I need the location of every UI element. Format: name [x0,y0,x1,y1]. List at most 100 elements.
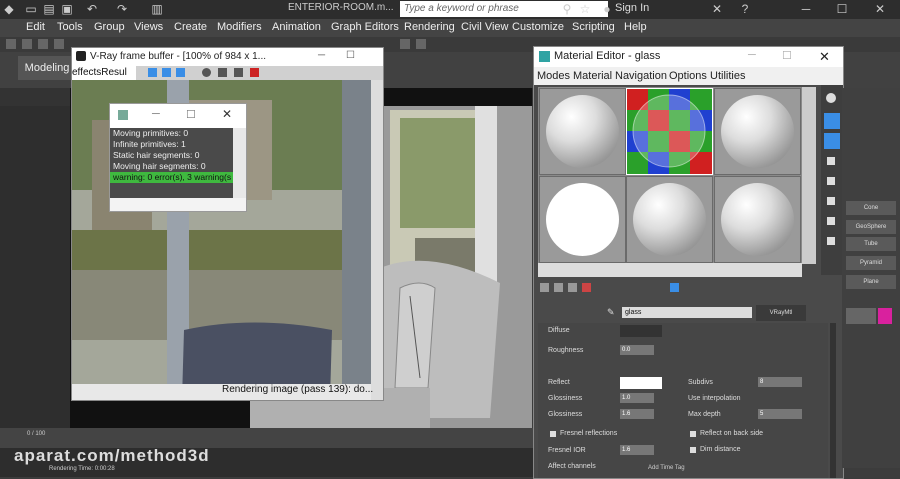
undo-icon[interactable]: ↶ [85,2,99,16]
menu-tools[interactable]: Tools [57,21,83,33]
slots-vertical-scrollbar[interactable] [802,87,816,264]
clear-image-icon[interactable] [218,68,227,77]
med-menu-modes[interactable]: Modes [537,70,570,82]
uv-tiling-icon[interactable] [827,157,835,165]
med-maximize-button[interactable]: ☐ [782,49,792,62]
color-channel-icon[interactable] [176,68,185,77]
star-icon[interactable]: ☆ [578,2,592,16]
material-slot[interactable] [539,176,626,263]
menu-civil-view[interactable]: Civil View [461,21,508,33]
create-cone-button[interactable]: Cone [846,201,896,215]
select-by-material-icon[interactable] [827,237,835,245]
menu-create[interactable]: Create [174,21,207,33]
select-tool-icon[interactable] [400,39,410,49]
glossiness-spinner[interactable]: 1.0 [620,393,654,403]
new-file-icon[interactable]: ▭ [24,2,38,16]
med-menu-navigation[interactable]: Navigation [615,70,667,82]
search-input[interactable]: Type a keyword or phrase [400,1,608,17]
open-file-icon[interactable]: ▤ [42,2,56,16]
create-geosphere-button[interactable]: GeoSphere [846,220,896,234]
timeline[interactable] [0,428,533,448]
menu-scripting[interactable]: Scripting [572,21,615,33]
material-slot[interactable] [714,176,801,263]
subdivs-spinner[interactable]: 8 [758,377,802,387]
app-logo-icon[interactable]: ◆ [2,2,16,16]
menu-edit[interactable]: Edit [26,21,45,33]
object-name-field[interactable] [846,308,876,324]
undo-tool-icon[interactable] [6,39,16,49]
material-type-button[interactable]: VRayMtl [756,305,806,321]
eyedropper-icon[interactable]: ✎ [607,307,617,317]
color-channel-icon[interactable] [162,68,171,77]
med-close-button[interactable]: ✕ [819,49,830,65]
material-editor-window[interactable]: Material Editor - glass ─ ☐ ✕ Modes Mate… [533,46,844,479]
minimize-button[interactable]: ─ [792,0,820,19]
create-pyramid-button[interactable]: Pyramid [846,256,896,270]
vfb-maximize-button[interactable]: ☐ [346,50,355,61]
render-log-window[interactable]: ─ ☐ ✕ Moving primitives: 0 Infinite prim… [109,103,247,212]
bind-tool-icon[interactable] [54,39,64,49]
menu-customize[interactable]: Customize [512,21,564,33]
background-icon[interactable] [824,133,840,149]
create-tube-button[interactable]: Tube [846,237,896,251]
user-icon[interactable]: ● [600,2,614,16]
menu-graph-editors[interactable]: Graph Editors [331,21,399,33]
help-icon[interactable]: ? [738,2,752,16]
vfb-channel-dropdown[interactable]: effectsResul [72,66,136,80]
assign-material-icon[interactable] [568,283,577,292]
fresnel-ior-spinner[interactable]: 1.6 [620,445,654,455]
diffuse-swatch[interactable] [620,325,662,337]
menu-animation[interactable]: Animation [272,21,321,33]
material-slot[interactable] [539,88,626,175]
dim-distance-checkbox[interactable] [690,447,696,453]
vfb-minimize-button[interactable]: ─ [318,50,325,61]
med-menu-options[interactable]: Options [669,70,707,82]
stop-render-icon[interactable] [250,68,259,77]
make-preview-icon[interactable] [827,197,835,205]
object-color-swatch[interactable] [878,308,892,324]
vfb-scrollbar[interactable] [371,80,383,400]
material-slot[interactable] [714,88,801,175]
material-slot[interactable] [626,176,713,263]
material-slot-active[interactable] [626,88,713,175]
get-material-icon[interactable] [540,283,549,292]
video-color-icon[interactable] [827,177,835,185]
color-channel-icon[interactable] [148,68,157,77]
backlight-icon[interactable] [824,113,840,129]
menu-modifiers[interactable]: Modifiers [217,21,262,33]
link-tool-icon[interactable] [22,39,32,49]
log-close-button[interactable]: ✕ [222,107,232,121]
exchange-icon[interactable]: ✕ [710,2,724,16]
refl-glossiness-spinner[interactable]: 1.6 [620,409,654,419]
reset-map-icon[interactable] [582,283,591,292]
create-plane-button[interactable]: Plane [846,275,896,289]
options-icon[interactable] [827,217,835,225]
show-map-icon[interactable] [670,283,679,292]
maximize-button[interactable]: ☐ [828,0,856,19]
med-minimize-button[interactable]: ─ [748,49,756,61]
med-menu-utilities[interactable]: Utilities [710,70,745,82]
reflect-swatch[interactable] [620,377,662,389]
log-vertical-scrollbar[interactable] [233,128,246,198]
log-horizontal-scrollbar[interactable] [110,198,246,211]
slots-horizontal-scrollbar[interactable] [538,263,802,277]
save-file-icon[interactable]: ▣ [60,2,74,16]
project-folder-icon[interactable]: ▥ [150,2,164,16]
med-menu-material[interactable]: Material [573,70,612,82]
log-maximize-button[interactable]: ☐ [186,108,196,121]
put-to-scene-icon[interactable] [554,283,563,292]
sign-in-button[interactable]: Sign In [615,2,649,14]
add-time-tag-button[interactable]: Add Time Tag [648,465,685,471]
menu-help[interactable]: Help [624,21,647,33]
move-tool-icon[interactable] [416,39,426,49]
region-render-icon[interactable] [234,68,243,77]
params-scrollbar[interactable] [830,323,836,478]
close-button[interactable]: ✕ [866,0,894,19]
log-minimize-button[interactable]: ─ [152,108,160,120]
search-icon[interactable]: ⚲ [560,2,574,16]
unlink-tool-icon[interactable] [38,39,48,49]
redo-icon[interactable]: ↷ [115,2,129,16]
reflect-back-checkbox[interactable] [690,431,696,437]
save-image-icon[interactable] [202,68,211,77]
vray-frame-buffer-window[interactable]: V-Ray frame buffer - [100% of 984 x 1...… [71,47,384,401]
